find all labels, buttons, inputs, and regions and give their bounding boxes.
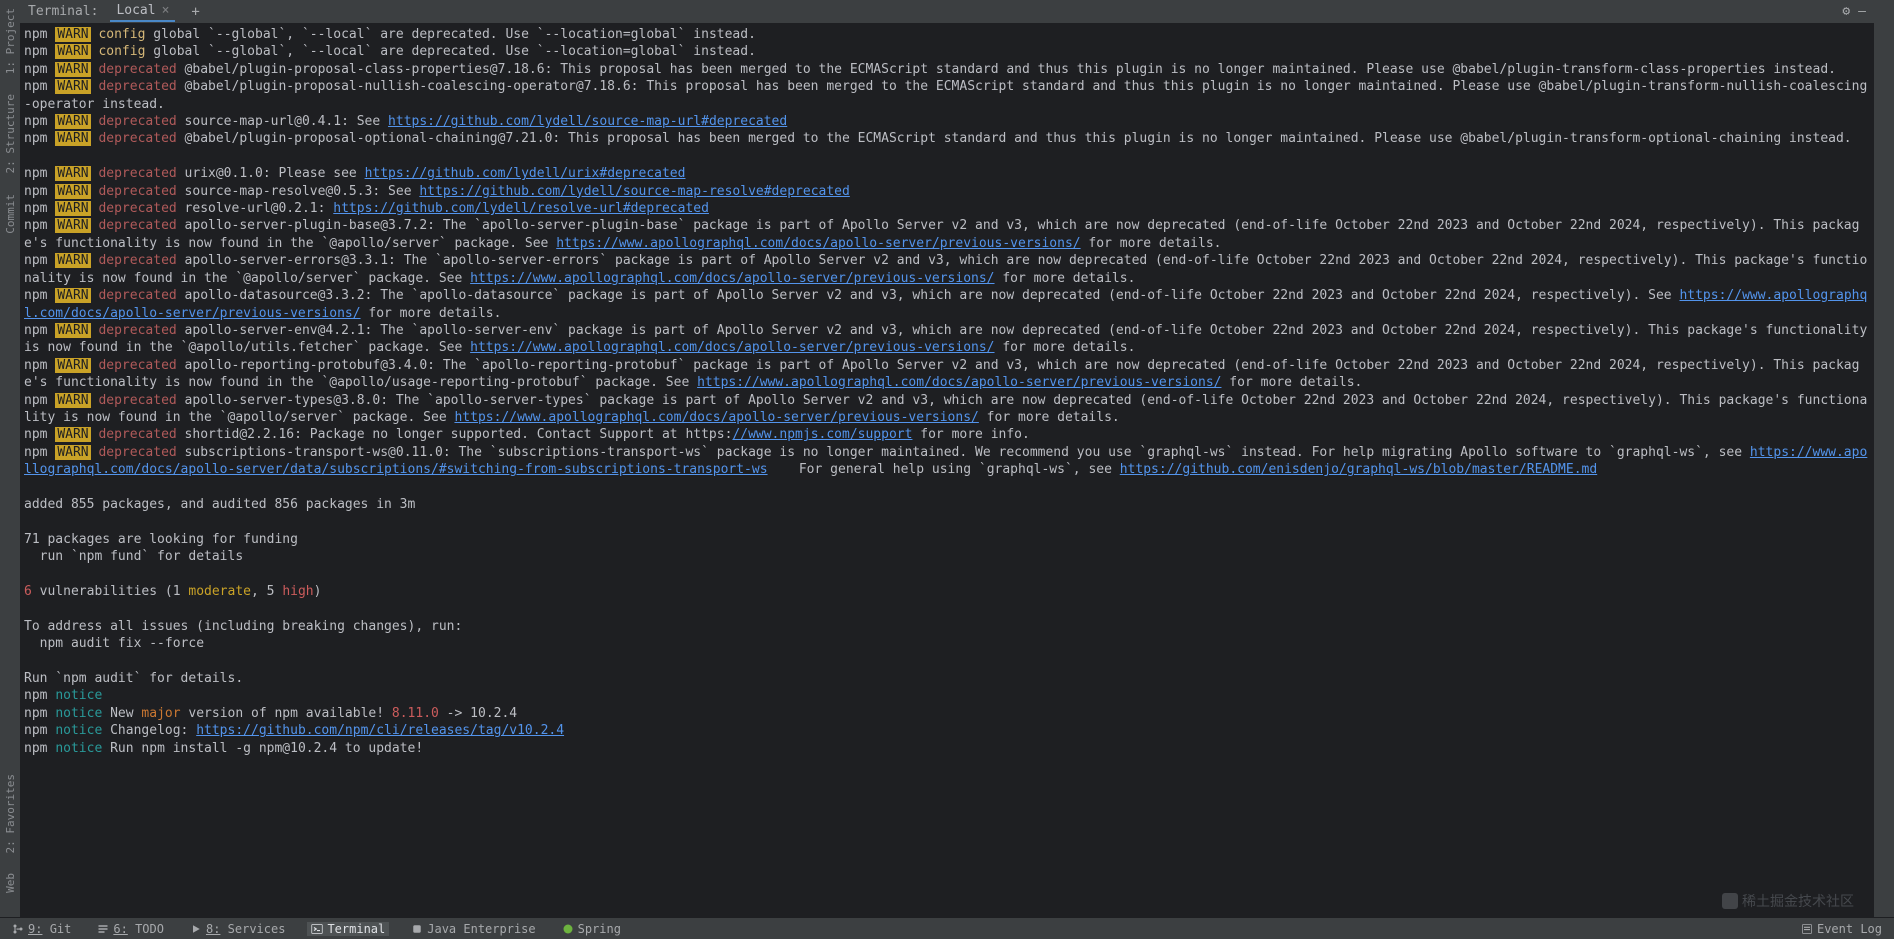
terminal-line: npm WARN config global `--global`, `--lo… bbox=[24, 26, 1870, 43]
terminal-line: npm notice Run npm install -g npm@10.2.4… bbox=[24, 740, 1870, 757]
status-bar: 9: Git 6: TODO 8: Services Terminal Java… bbox=[0, 917, 1894, 939]
terminal-line: npm notice Changelog: https://github.com… bbox=[24, 722, 1870, 739]
terminal-line: npm WARN config global `--global`, `--lo… bbox=[24, 43, 1870, 60]
terminal-link[interactable]: https://github.com/lydell/source-map-url… bbox=[388, 114, 787, 129]
terminal-line: run `npm fund` for details bbox=[24, 548, 1870, 565]
gutter-structure[interactable]: 2: Structure bbox=[2, 90, 19, 177]
branch-icon bbox=[12, 923, 24, 935]
terminal-link[interactable]: https://www.apollographql.com/docs/apoll… bbox=[556, 236, 1080, 251]
gutter-web[interactable]: Web bbox=[2, 869, 19, 897]
terminal-line: To address all issues (including breakin… bbox=[24, 618, 1870, 635]
right-tool-gutter bbox=[1874, 0, 1894, 917]
terminal-link[interactable]: https://www.apollographql.com/docs/apoll… bbox=[697, 375, 1221, 390]
terminal-line: npm WARN deprecated apollo-server-errors… bbox=[24, 252, 1870, 287]
terminal-line: npm WARN deprecated @babel/plugin-propos… bbox=[24, 61, 1870, 78]
new-terminal-button[interactable]: + bbox=[187, 4, 203, 20]
statusbar-eventlog[interactable]: Event Log bbox=[1797, 922, 1886, 936]
watermark: 稀土掘金技术社区 bbox=[1722, 891, 1854, 911]
terminal-link[interactable]: https://github.com/lydell/source-map-res… bbox=[419, 184, 849, 199]
statusbar-terminal[interactable]: Terminal bbox=[307, 922, 389, 936]
terminal-title: Terminal: bbox=[28, 4, 98, 19]
terminal-line: npm WARN deprecated source-map-resolve@0… bbox=[24, 183, 1870, 200]
gear-icon[interactable]: ⚙ bbox=[1842, 4, 1850, 19]
close-icon[interactable]: × bbox=[162, 3, 170, 18]
terminal-link[interactable]: https://www.apollographql.com/docs/apoll… bbox=[470, 340, 994, 355]
terminal-line: npm notice bbox=[24, 687, 1870, 704]
terminal-link[interactable]: https://github.com/npm/cli/releases/tag/… bbox=[196, 723, 564, 738]
terminal-line: npm WARN deprecated apollo-datasource@3.… bbox=[24, 287, 1870, 322]
statusbar-git[interactable]: 9: Git bbox=[8, 922, 75, 936]
terminal-line bbox=[24, 513, 1870, 530]
terminal-tab-local[interactable]: Local × bbox=[110, 1, 175, 22]
terminal-output[interactable]: npm WARN config global `--global`, `--lo… bbox=[20, 24, 1874, 917]
terminal-link[interactable]: https://www.apollographql.com/docs/apoll… bbox=[470, 271, 994, 286]
terminal-line: npm audit fix --force bbox=[24, 635, 1870, 652]
terminal-line: npm WARN deprecated resolve-url@0.2.1: h… bbox=[24, 200, 1870, 217]
minimize-icon[interactable]: — bbox=[1858, 4, 1866, 19]
terminal-link[interactable]: https://github.com/enisdenjo/graphql-ws/… bbox=[1120, 462, 1597, 477]
terminal-line: npm WARN deprecated shortid@2.2.16: Pack… bbox=[24, 426, 1870, 443]
terminal-line: npm WARN deprecated urix@0.1.0: Please s… bbox=[24, 165, 1870, 182]
gutter-project[interactable]: 1: Project bbox=[2, 4, 19, 78]
terminal-line: npm WARN deprecated apollo-server-env@4.… bbox=[24, 322, 1870, 357]
terminal-line bbox=[24, 479, 1870, 496]
terminal-line: npm notice New major version of npm avai… bbox=[24, 705, 1870, 722]
eventlog-icon bbox=[1801, 923, 1813, 935]
terminal-line: npm WARN deprecated source-map-url@0.4.1… bbox=[24, 113, 1870, 130]
todo-icon bbox=[97, 923, 109, 935]
watermark-logo-icon bbox=[1722, 893, 1738, 909]
terminal-link[interactable]: https://www.apollographql.com/docs/apoll… bbox=[454, 410, 978, 425]
statusbar-spring[interactable]: Spring bbox=[558, 922, 625, 936]
gutter-favorites[interactable]: 2: Favorites bbox=[2, 770, 19, 857]
gutter-commit[interactable]: Commit bbox=[2, 190, 19, 238]
terminal-line: npm WARN deprecated subscriptions-transp… bbox=[24, 444, 1870, 479]
terminal-link[interactable]: //www.npmjs.com/support bbox=[732, 427, 912, 442]
statusbar-todo[interactable]: 6: TODO bbox=[93, 922, 168, 936]
java-icon bbox=[411, 923, 423, 935]
terminal-line: npm WARN deprecated apollo-server-plugin… bbox=[24, 217, 1870, 252]
terminal-tab-label: Local bbox=[116, 3, 155, 18]
terminal-icon bbox=[311, 923, 323, 935]
terminal-line: npm WARN deprecated @babel/plugin-propos… bbox=[24, 78, 1870, 113]
terminal-line: npm WARN deprecated apollo-server-types@… bbox=[24, 392, 1870, 427]
terminal-link[interactable]: https://github.com/lydell/resolve-url#de… bbox=[333, 201, 709, 216]
terminal-link[interactable]: https://github.com/lydell/urix#deprecate… bbox=[365, 166, 686, 181]
services-icon bbox=[190, 923, 202, 935]
terminal-line bbox=[24, 653, 1870, 670]
terminal-line: 71 packages are looking for funding bbox=[24, 531, 1870, 548]
left-tool-gutter: 1: Project 2: Structure Commit 2: Favori… bbox=[0, 0, 20, 917]
statusbar-services[interactable]: 8: Services bbox=[186, 922, 289, 936]
terminal-line: npm WARN deprecated apollo-reporting-pro… bbox=[24, 357, 1870, 392]
terminal-line bbox=[24, 600, 1870, 617]
terminal-line: npm WARN deprecated @babel/plugin-propos… bbox=[24, 130, 1870, 147]
spring-icon bbox=[562, 923, 574, 935]
statusbar-java-enterprise[interactable]: Java Enterprise bbox=[407, 922, 539, 936]
terminal-line: 6 vulnerabilities (1 moderate, 5 high) bbox=[24, 583, 1870, 600]
terminal-line: added 855 packages, and audited 856 pack… bbox=[24, 496, 1870, 513]
terminal-line: Run `npm audit` for details. bbox=[24, 670, 1870, 687]
terminal-line bbox=[24, 148, 1870, 165]
terminal-line bbox=[24, 566, 1870, 583]
terminal-header: Terminal: Local × + ⚙ — bbox=[20, 0, 1874, 24]
